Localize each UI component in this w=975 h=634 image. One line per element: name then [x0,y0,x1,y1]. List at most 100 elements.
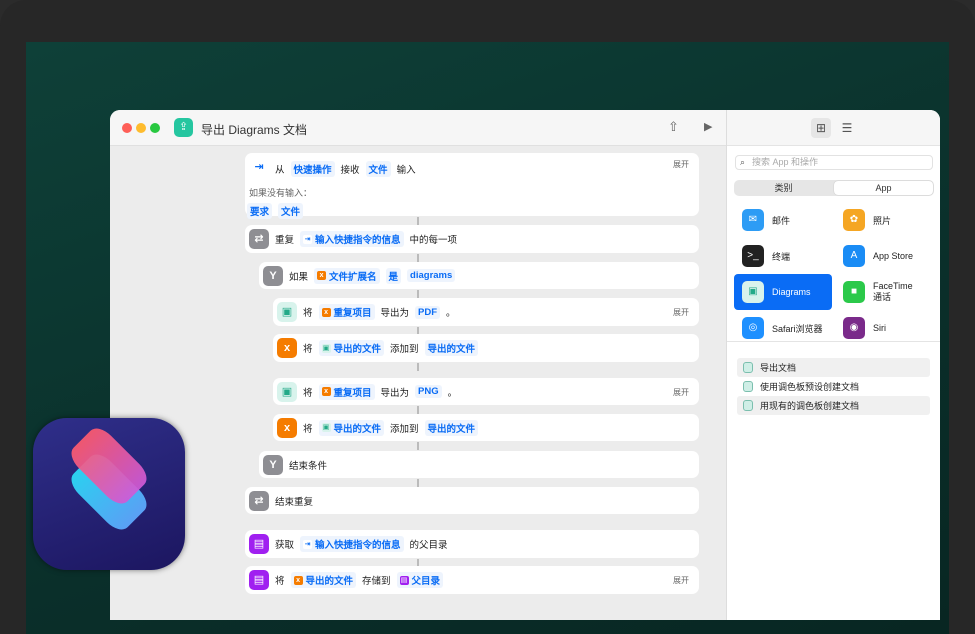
app-name: 终端 [772,251,791,262]
library-add-icon[interactable]: ⊞ [811,118,831,138]
app-item[interactable]: ✿ 照片 [835,202,933,238]
no-input-label: 如果没有输入： [249,188,313,198]
token-label: 重复项目 [333,387,372,399]
action-card[interactable]: x 将 ▣ 导出的文件 添加到 导出的文件 [273,414,699,441]
app-item[interactable]: ◉ Siri [835,310,933,346]
action-text: 导出为 [380,308,410,319]
variable-token[interactable]: PDF [415,305,441,319]
variable-token[interactable]: x 导出的文件 [290,572,357,588]
action-text: 获取 [275,540,295,551]
terminal-icon: >_ [742,245,764,267]
variable-token[interactable]: 文件 [278,203,304,219]
action-card[interactable]: ⇥ 从快速操作 接收 文件 输入 如果没有输入： 要求 文件 展开 [245,153,699,219]
siri-icon: ◉ [843,317,865,339]
search-input[interactable]: ⌕ 搜索 App 和操作 [735,155,933,170]
action-text: 接收 [340,165,360,176]
variable-token[interactable]: x 重复项目 [318,383,375,400]
segmented-control: 类别 App [734,180,934,196]
var-icon: x [321,307,331,317]
app-action-list: 导出文档 使用调色板预设创建文档用现有的调色板创建文档 [737,358,930,415]
variable-token[interactable]: ▣ 导出的文件 [318,340,385,356]
token-label: 要求 [250,207,270,218]
library-action[interactable]: 导出文档 [737,358,930,377]
action-text: 将 [303,423,313,435]
action-text: 输入 [396,165,416,176]
app-item[interactable]: ■ FaceTime 通话 [835,274,933,310]
library-action[interactable]: 用现有的调色板创建文档 [737,396,930,415]
action-card[interactable]: ▤ 将 x 导出的文件 存储到 ▤ 父目录 展开 [245,566,699,594]
action-label: 用现有的调色板创建文档 [760,401,860,411]
variable-token[interactable]: 要求 [247,203,273,219]
shortcut-icon[interactable]: ⇪ [174,118,193,137]
input-icon: ⇥ [303,234,313,244]
action-card[interactable]: ⇄ 重复 ⇥ 输入快捷指令的信息 中的每一项 [245,225,699,253]
token-label: 重复项目 [333,308,372,319]
expand-button[interactable]: 展开 [673,307,689,318]
play-icon[interactable]: ▶ [704,120,712,133]
close-button[interactable] [122,123,132,133]
token-label: PDF [418,306,438,318]
action-text: 存储到 [362,576,391,587]
action-text: 将 [275,576,285,587]
variable-token[interactable]: 快速操作 [290,161,335,177]
action-card[interactable]: x 将 ▣ 导出的文件 添加到 导出的文件 [273,334,699,362]
app-item[interactable]: ✉ 邮件 [734,202,832,238]
zoom-button[interactable] [150,123,160,133]
doc-icon: ▤ [399,575,409,585]
action-card[interactable]: ▤ 获取 ⇥ 输入快捷指令的信息 的父目录 [245,530,699,558]
app-item[interactable]: A App Store [835,238,933,274]
variable-token[interactable]: 导出的文件 [424,419,479,436]
token-label: 快速操作 [293,165,332,176]
token-label: 导出的文件 [427,423,476,435]
variable-token[interactable]: 导出的文件 [424,340,479,356]
variable-token[interactable]: ⇥ 输入快捷指令的信息 [300,536,404,552]
action-card[interactable]: Y 结束条件 [259,451,699,478]
shortcuts-app-icon [33,418,185,570]
library-action[interactable]: 使用调色板预设创建文档 [737,377,930,396]
expand-button[interactable]: 展开 [673,159,689,170]
variable-token[interactable]: diagrams [407,269,456,282]
tab-categories[interactable]: 类别 [734,180,833,196]
action-card[interactable]: Y 如果 x 文件扩展名是 diagrams [259,262,699,289]
app-item[interactable]: >_ 终端 [734,238,832,274]
var-icon: x [321,387,331,396]
app-item[interactable]: ◎ Safari浏览器 [734,310,832,346]
token-label: 文件扩展名 [329,271,377,283]
action-card[interactable]: ⇄ 结束重复 [245,487,699,514]
expand-button[interactable]: 展开 [673,575,689,586]
token-label: 导出的文件 [305,576,354,587]
action-card[interactable]: ▣ 将 x 重复项目 导出为 PDF。展开 [273,298,699,326]
connector [417,290,419,298]
app-name: 邮件 [772,215,791,226]
shortcuts-window: ⇪ 导出 Diagrams 文档 ⇧ ▶ ⇥ 从快速操作 接收 文件 输入 如果没有输入：… [110,110,940,620]
variable-token[interactable]: ▣ 导出的文件 [318,419,385,436]
facetime-icon: ■ [843,281,865,303]
variable-token[interactable]: 文件 [365,161,391,177]
variable-token[interactable]: x 重复项目 [318,304,375,320]
variable-token[interactable]: ⇥ 输入快捷指令的信息 [300,231,404,247]
action-card[interactable]: ▣ 将 x 重复项目 导出为 PNG。展开 [273,378,699,405]
diagrams-icon: ▣ [277,381,297,402]
connector [417,442,419,450]
token-label: 父目录 [411,576,441,587]
variable-token[interactable]: PNG [415,385,442,398]
action-text: 。 [447,387,458,399]
repeat-icon: ⇄ [249,229,269,249]
tab-apps[interactable]: App [834,181,933,195]
variable-token[interactable]: ▤ 父目录 [396,572,444,588]
token-label: 导出的文件 [427,344,476,355]
app-name: App Store [873,251,914,261]
variable-icon: x [277,417,297,438]
action-text: 。 [446,308,456,319]
variable-token[interactable]: 是 [385,267,402,284]
variable-token[interactable]: x 文件扩展名 [314,267,380,284]
share-icon[interactable]: ⇧ [668,119,679,135]
connector [417,363,419,371]
connector [417,479,419,487]
action-text: 从 [275,165,285,176]
app-item[interactable]: ▣ Diagrams [734,274,832,310]
if-icon: Y [263,265,283,286]
minimize-button[interactable] [136,123,146,133]
expand-button[interactable]: 展开 [673,387,689,398]
settings-sliders-icon[interactable]: ☰ [837,118,857,138]
